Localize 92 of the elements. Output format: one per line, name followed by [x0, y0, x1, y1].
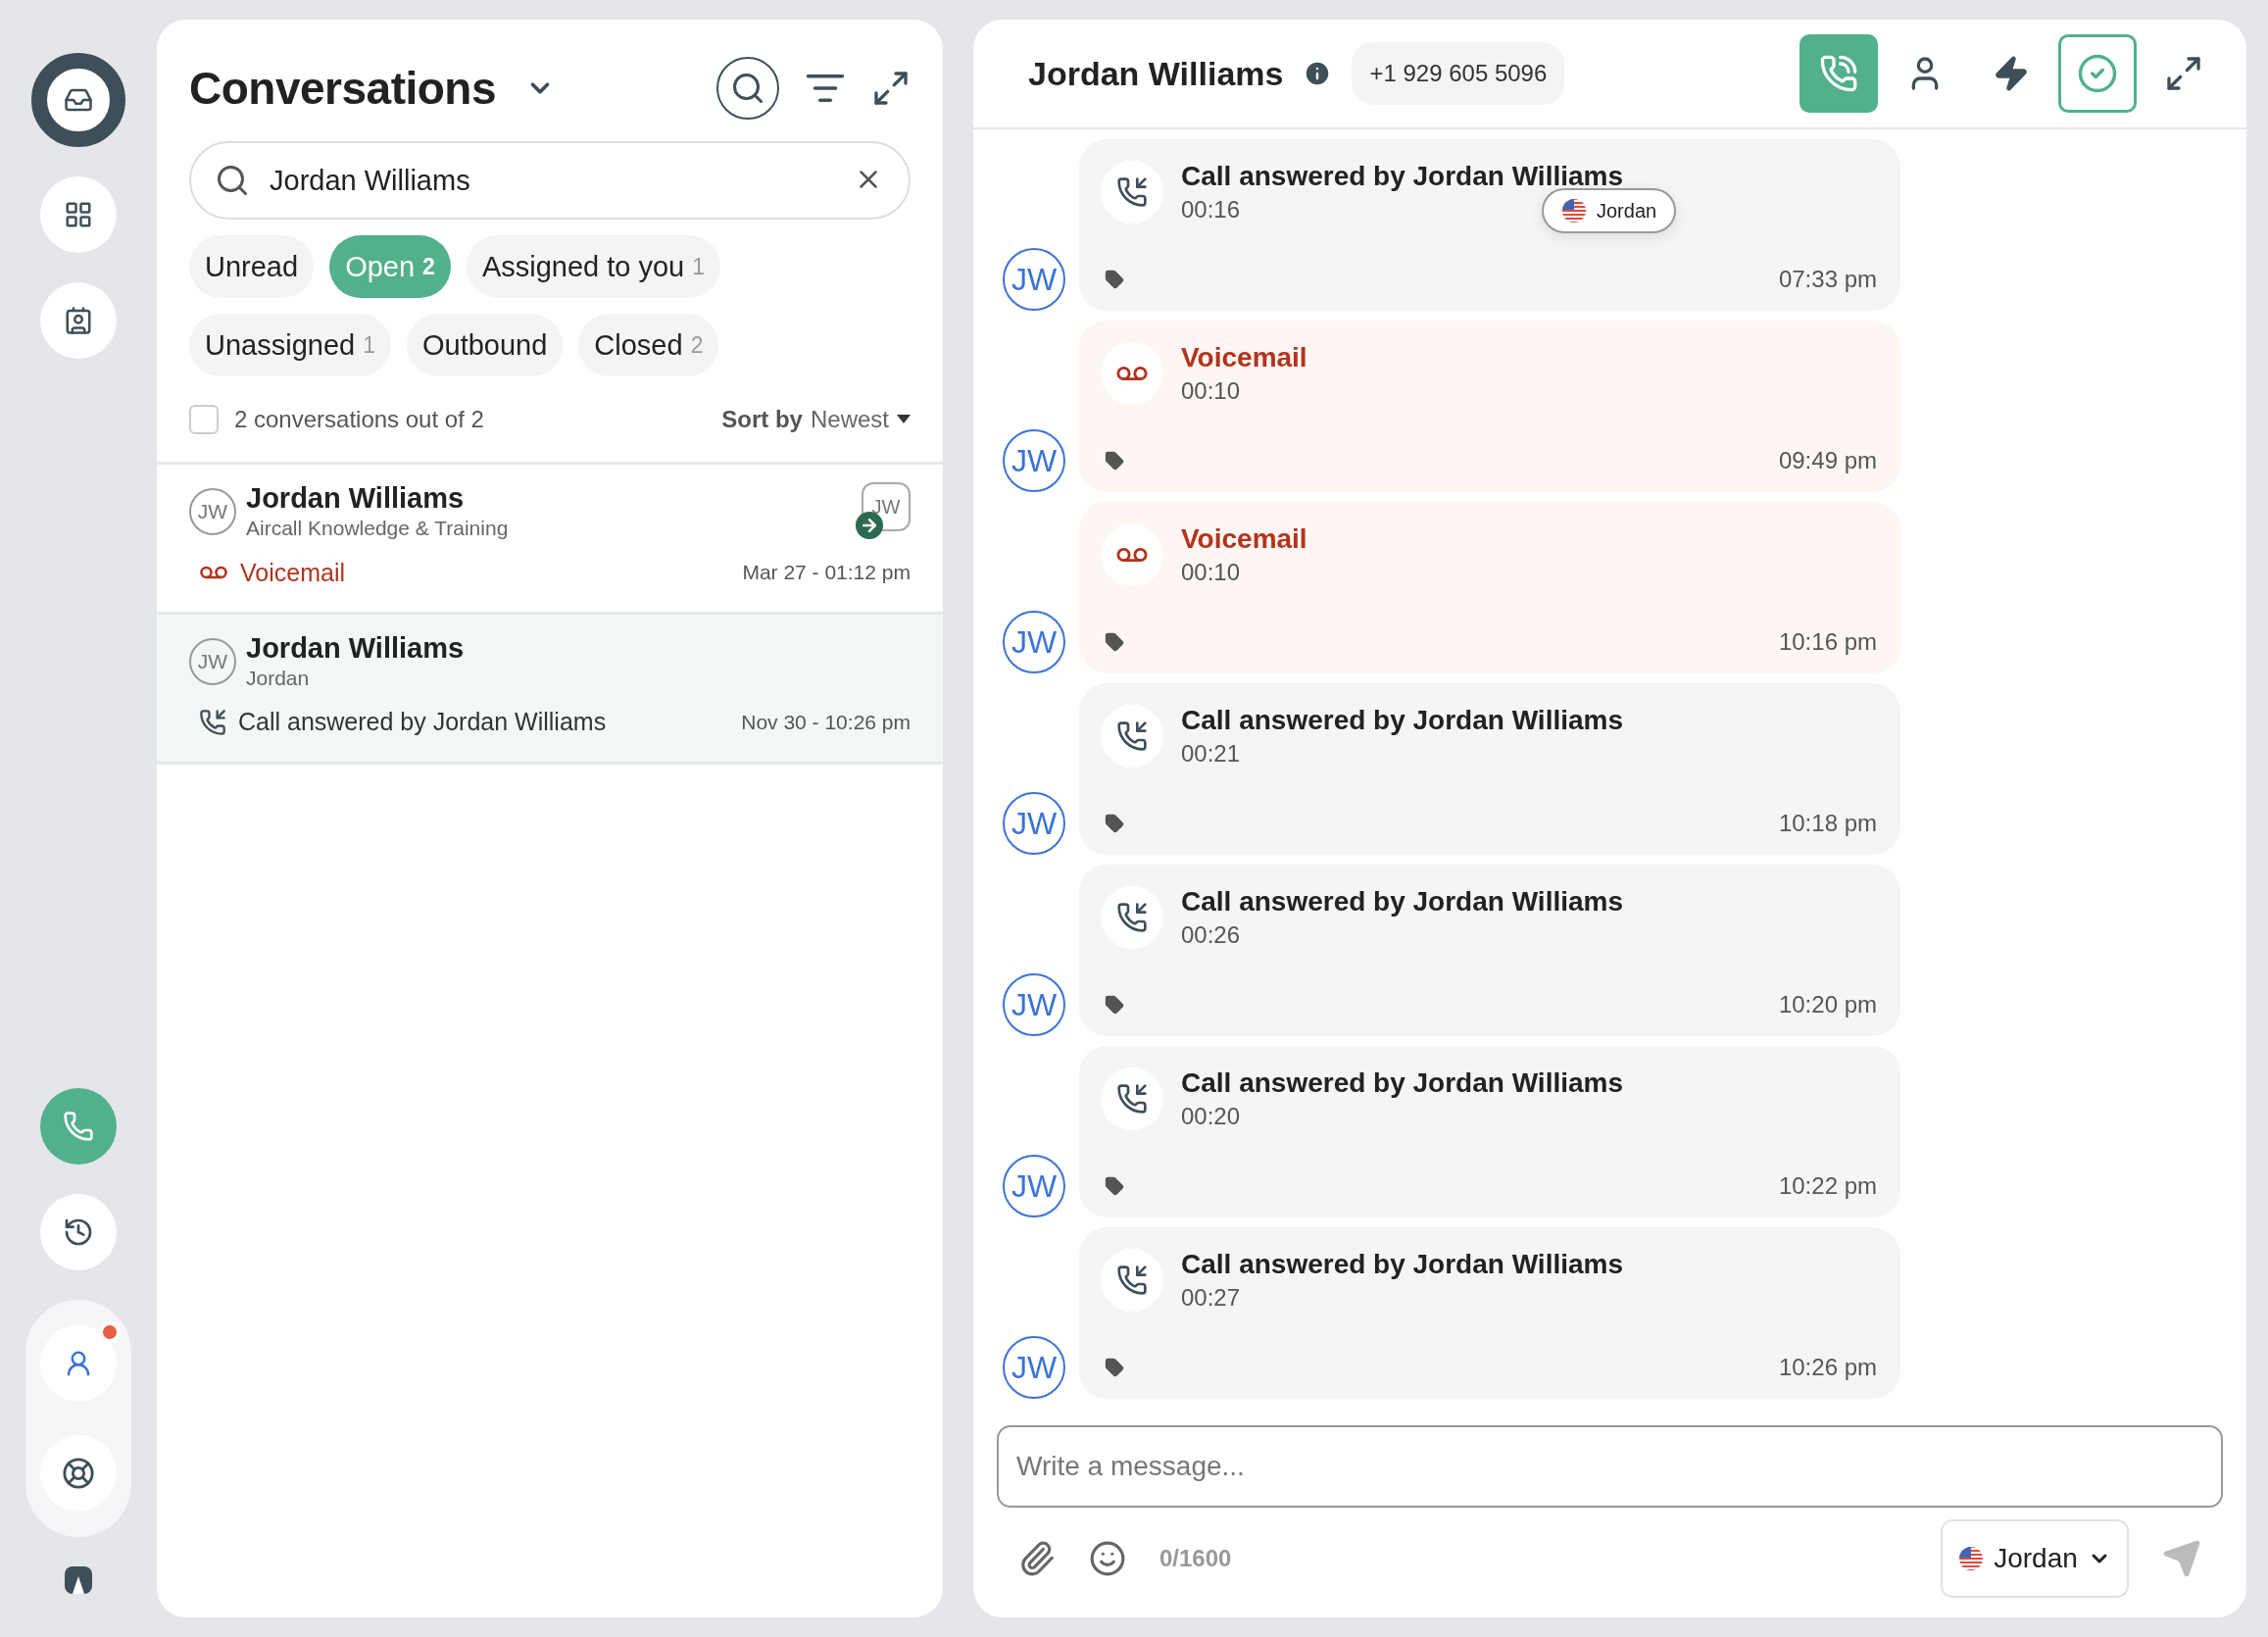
avatar: JW — [1003, 1155, 1065, 1217]
avatar: JW — [189, 488, 236, 535]
last-event: Voicemail — [240, 558, 345, 587]
logo-icon — [65, 1566, 92, 1594]
search-icon — [730, 71, 765, 106]
phone-call-icon — [1819, 54, 1858, 93]
check-circle-icon — [2077, 53, 2118, 94]
contact-name: Jordan Williams — [246, 632, 465, 665]
tag-icon — [1105, 995, 1124, 1015]
call-duration: 00:26 — [1181, 921, 1241, 949]
search-icon — [215, 163, 250, 198]
contact-subtitle: Jordan — [246, 667, 311, 690]
incoming-call-icon — [1116, 176, 1148, 208]
call-title: Voicemail — [1181, 523, 1307, 555]
caret-icon — [897, 414, 911, 424]
incoming-call-icon — [1116, 720, 1148, 752]
emoji-button[interactable] — [1089, 1540, 1126, 1577]
filter-chip[interactable]: Unassigned 1 — [189, 314, 391, 376]
contact-card-icon — [64, 306, 93, 335]
filter-chip[interactable]: Outbound — [406, 314, 564, 376]
avatar: JW — [1003, 973, 1065, 1036]
character-counter: 0/1600 — [1159, 1545, 1232, 1572]
message-field[interactable]: Write a message... — [997, 1425, 2223, 1508]
timestamp: Nov 30 - 10:26 pm — [741, 710, 911, 734]
smile-icon — [1089, 1540, 1126, 1577]
lightning-icon — [1993, 55, 2030, 92]
line-name: Jordan — [1597, 199, 1657, 223]
call-duration: 00:20 — [1181, 1103, 1241, 1130]
filter-chip[interactable]: Unread — [189, 235, 315, 298]
phone-number: +1 929 605 5096 — [1352, 42, 1565, 105]
tag-icon — [1105, 451, 1124, 471]
call-title: Call answered by Jordan Williams — [1181, 705, 1623, 736]
call-time: 10:18 pm — [1778, 810, 1877, 837]
call-title: Call answered by Jordan Williams — [1181, 886, 1623, 918]
resolve-button[interactable] — [2058, 34, 2137, 113]
call-button[interactable] — [1800, 34, 1878, 113]
contact-name: Jordan Williams — [246, 482, 466, 515]
avatar: JW — [1003, 1336, 1065, 1399]
avatar: JW — [189, 638, 236, 685]
call-time: 10:22 pm — [1778, 1172, 1877, 1200]
call-time: 10:26 pm — [1778, 1354, 1877, 1381]
search-button[interactable] — [716, 57, 779, 120]
conversation-item[interactable]: JW Jordan Williams Jordan Call answered by Jordan Williams Nov 30 - 10:26 pm — [157, 615, 943, 765]
paperclip-icon — [1018, 1540, 1056, 1577]
expand-icon — [871, 69, 911, 108]
incoming-call-icon — [199, 708, 226, 736]
call-duration: 00:16 — [1181, 196, 1241, 223]
contact-subtitle: Aircall Knowledge & Training — [246, 517, 509, 540]
tag-icon — [1105, 270, 1124, 289]
call-time: 10:20 pm — [1778, 991, 1877, 1018]
incoming-call-icon — [1116, 1265, 1148, 1296]
call-time: 10:16 pm — [1778, 628, 1877, 656]
tag-icon — [1105, 814, 1124, 833]
contact-name: Jordan Williams — [1028, 54, 1284, 93]
panel-title: Conversations — [189, 62, 497, 115]
call-title: Call answered by Jordan Williams — [1181, 1067, 1623, 1099]
call-title: Call answered by Jordan Williams — [1181, 1249, 1623, 1280]
grid-icon — [64, 200, 93, 229]
select-all-checkbox[interactable] — [189, 404, 219, 434]
call-time: 07:33 pm — [1778, 266, 1877, 293]
history-icon — [63, 1216, 94, 1248]
call-duration: 00:27 — [1181, 1284, 1241, 1312]
call-duration: 00:10 — [1181, 377, 1241, 405]
expand-icon — [2164, 54, 2203, 93]
incoming-call-icon — [1116, 902, 1148, 933]
filter-chip[interactable]: Assigned to you 1 — [466, 235, 721, 298]
attach-button[interactable] — [1018, 1540, 1056, 1577]
avatar: JW — [1003, 611, 1065, 673]
last-event: Call answered by Jordan Williams — [238, 708, 607, 736]
sort-button[interactable]: Sort by Newest — [721, 405, 911, 433]
tag-icon — [1105, 1358, 1124, 1377]
conversation-count: 2 conversations out of 2 — [234, 405, 484, 433]
send-icon — [2162, 1539, 2201, 1578]
call-duration: 00:21 — [1181, 740, 1241, 768]
avatar: JW — [1003, 792, 1065, 855]
tag-icon — [1105, 1176, 1124, 1196]
call-title: Call answered by Jordan Williams — [1181, 161, 1623, 192]
lifebuoy-icon — [62, 1457, 95, 1490]
filter-chip[interactable]: Closed 2 — [578, 314, 719, 376]
call-title: Voicemail — [1181, 342, 1307, 373]
incoming-call-icon — [1116, 1083, 1148, 1115]
avatar: JW — [1003, 429, 1065, 492]
phone-icon — [63, 1111, 94, 1142]
arrow-right-icon — [856, 512, 883, 539]
tag-icon — [1105, 632, 1124, 652]
call-time: 09:49 pm — [1778, 447, 1877, 474]
line-selector[interactable]: Jordan — [1941, 1519, 2129, 1598]
search-field[interactable]: Jordan Williams — [189, 141, 911, 220]
expand-button[interactable] — [871, 69, 911, 108]
call-duration: 00:10 — [1181, 559, 1241, 586]
timestamp: Mar 27 - 01:12 pm — [742, 561, 911, 584]
avatar: JW — [1003, 248, 1065, 311]
